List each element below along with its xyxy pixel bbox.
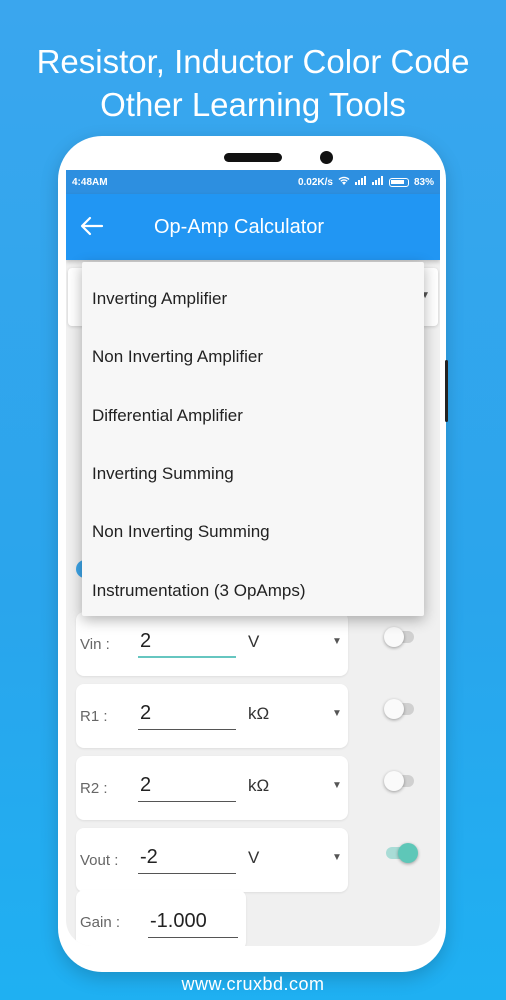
switch-thumb bbox=[384, 627, 404, 647]
gain-label: Gain : bbox=[80, 914, 121, 931]
r1-input[interactable]: 2 bbox=[138, 700, 236, 730]
input-row-vin: Vin : 2 V ▼ bbox=[76, 612, 348, 676]
arrow-left-icon[interactable] bbox=[80, 214, 120, 240]
amplifier-type-dropdown: Inverting Amplifier Non Inverting Amplif… bbox=[82, 262, 424, 616]
phone-speaker bbox=[224, 153, 282, 162]
status-time: 4:48AM bbox=[72, 176, 108, 188]
vout-hold-switch[interactable] bbox=[384, 842, 418, 863]
vin-unit-select[interactable]: V bbox=[248, 632, 259, 652]
dropdown-option-inverting-summing[interactable]: Inverting Summing bbox=[82, 445, 424, 503]
phone-side-button bbox=[445, 360, 448, 422]
vin-input[interactable]: 2 bbox=[138, 628, 236, 658]
footer-url: www.cruxbd.com bbox=[181, 974, 325, 994]
switch-thumb bbox=[398, 843, 418, 863]
promo-headline: Resistor, Inductor Color Code Other Lear… bbox=[0, 40, 506, 126]
row-label: Vin : bbox=[80, 636, 110, 653]
phone-camera bbox=[320, 151, 333, 164]
chevron-down-icon[interactable]: ▼ bbox=[332, 708, 342, 719]
switch-thumb bbox=[384, 771, 404, 791]
vin-hold-switch[interactable] bbox=[384, 626, 418, 647]
app-bar: Op-Amp Calculator bbox=[66, 194, 440, 260]
status-bar: 4:48AM 0.02K/s 83% bbox=[66, 170, 440, 194]
input-row-vout: Vout : -2 V ▼ bbox=[76, 828, 348, 892]
battery-icon bbox=[388, 177, 409, 187]
calculator-content: ▼ ld Vin : 2 V ▼ R1 : 2 kΩ ▼ bbox=[66, 260, 440, 946]
r2-unit-select[interactable]: kΩ bbox=[248, 776, 269, 796]
phone-screen: 4:48AM 0.02K/s 83% Op-Amp Calculator ▼ V… bbox=[66, 170, 440, 946]
status-right: 0.02K/s 83% bbox=[298, 176, 434, 189]
dropdown-option-non-inverting-amplifier[interactable]: Non Inverting Amplifier bbox=[82, 328, 424, 386]
vout-unit-select[interactable]: V bbox=[248, 848, 259, 868]
page-title: Op-Amp Calculator bbox=[154, 215, 325, 238]
switch-thumb bbox=[384, 699, 404, 719]
dropdown-option-non-inverting-summing[interactable]: Non Inverting Summing bbox=[82, 503, 424, 561]
chevron-down-icon[interactable]: ▼ bbox=[332, 852, 342, 863]
gain-output: Gain : -1.000 bbox=[76, 890, 246, 946]
promo-line-1: Resistor, Inductor Color Code bbox=[36, 43, 470, 80]
battery-percent: 83% bbox=[413, 176, 434, 188]
signal-icon bbox=[371, 176, 384, 188]
row-label: R1 : bbox=[80, 708, 108, 725]
input-row-r1: R1 : 2 kΩ ▼ bbox=[76, 684, 348, 748]
r1-hold-switch[interactable] bbox=[384, 698, 418, 719]
wifi-icon bbox=[338, 176, 350, 189]
network-speed: 0.02K/s bbox=[297, 176, 333, 188]
dropdown-option-inverting-amplifier[interactable]: Inverting Amplifier bbox=[82, 270, 424, 328]
dropdown-option-instrumentation[interactable]: Instrumentation (3 OpAmps) bbox=[82, 561, 424, 619]
chevron-down-icon[interactable]: ▼ bbox=[332, 636, 342, 647]
vout-input[interactable]: -2 bbox=[138, 844, 236, 874]
phone-frame: 4:48AM 0.02K/s 83% Op-Amp Calculator ▼ V… bbox=[58, 136, 446, 972]
row-label: Vout : bbox=[80, 852, 119, 869]
r2-input[interactable]: 2 bbox=[138, 772, 236, 802]
row-label: R2 : bbox=[80, 780, 108, 797]
chevron-down-icon[interactable]: ▼ bbox=[332, 780, 342, 791]
dropdown-option-differential-amplifier[interactable]: Differential Amplifier bbox=[82, 387, 424, 445]
input-row-r2: R2 : 2 kΩ ▼ bbox=[76, 756, 348, 820]
signal-icon bbox=[354, 176, 367, 188]
r1-unit-select[interactable]: kΩ bbox=[248, 704, 269, 724]
r2-hold-switch[interactable] bbox=[384, 770, 418, 791]
gain-value: -1.000 bbox=[148, 910, 238, 938]
promo-line-2: Other Learning Tools bbox=[100, 86, 406, 123]
